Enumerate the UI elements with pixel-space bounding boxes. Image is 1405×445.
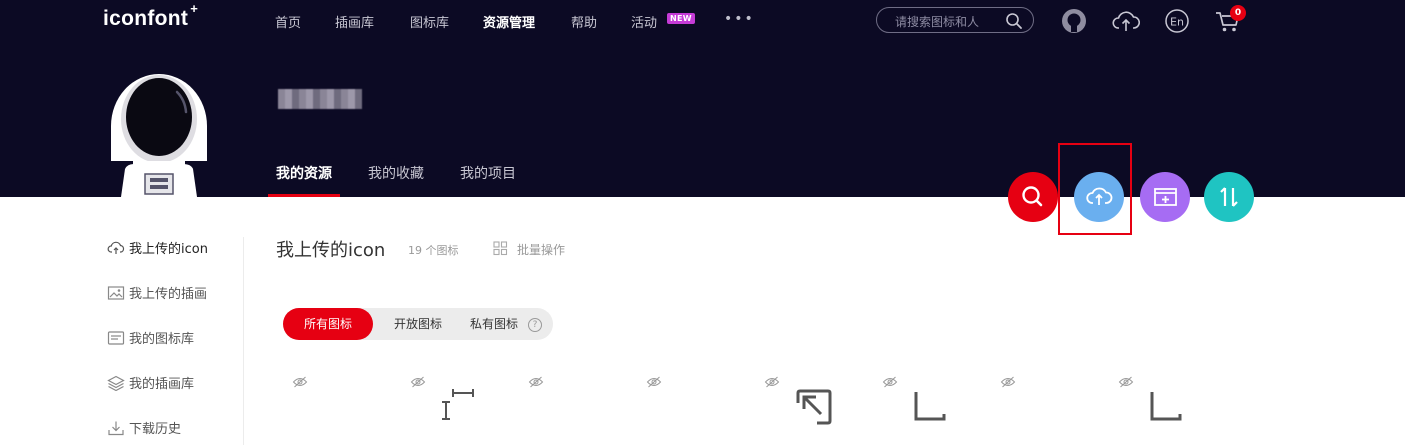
profile-header: iconfont + 首页 插画库 图标库 资源管理 帮助 活动 NEW ••• … [0, 0, 1405, 197]
help-icon[interactable]: ? [528, 318, 542, 332]
corner-bracket-icon[interactable] [1149, 390, 1183, 422]
eye-off-icon[interactable] [882, 376, 898, 388]
search-icon [1022, 186, 1043, 207]
search-action-button[interactable] [1008, 172, 1058, 222]
sidebar-item-label: 下载历史 [129, 422, 182, 437]
sidebar-item-label: 我上传的插画 [129, 287, 208, 302]
nav-icon-library[interactable]: 图标库 [410, 12, 449, 31]
upload-highlight-box [1058, 143, 1132, 235]
filter-private-icons[interactable]: 私有图标 [463, 308, 525, 340]
search-box[interactable]: 请搜索图标和人 [876, 7, 1034, 33]
arrow-up-left-box-icon[interactable] [795, 389, 833, 425]
layers-icon [107, 375, 125, 391]
svg-text:En: En [1170, 16, 1184, 29]
iconfont-logo[interactable]: iconfont + [103, 1, 198, 31]
eye-off-icon[interactable] [528, 376, 544, 388]
active-tab-indicator [268, 194, 340, 197]
eye-off-icon[interactable] [410, 376, 426, 388]
sort-button[interactable] [1204, 172, 1254, 222]
filter-public-icons[interactable]: 开放图标 [381, 308, 455, 340]
eye-off-icon[interactable] [764, 376, 780, 388]
grid-icon [493, 241, 508, 256]
tab-my-projects[interactable]: 我的项目 [460, 163, 516, 183]
avatar[interactable] [105, 66, 213, 197]
nav-home[interactable]: 首页 [275, 12, 301, 31]
image-icon [107, 286, 125, 300]
tab-my-favorites[interactable]: 我的收藏 [368, 163, 424, 183]
nav-resource-management[interactable]: 资源管理 [483, 12, 535, 31]
nav-help[interactable]: 帮助 [571, 12, 597, 31]
nav-illustrations[interactable]: 插画库 [335, 12, 374, 31]
upload-cloud-icon [107, 241, 125, 254]
text-width-icon[interactable] [438, 388, 476, 422]
icon-filter-tabs: 所有图标 开放图标 私有图标 ? [283, 308, 553, 340]
eye-off-icon[interactable] [646, 376, 662, 388]
batch-operation-label: 批量操作 [517, 243, 566, 257]
search-icon[interactable] [1005, 12, 1023, 30]
cart-count-badge: 0 [1230, 5, 1246, 21]
add-window-icon [1154, 188, 1177, 206]
sidebar-item-label: 我的插画库 [129, 377, 195, 392]
search-input[interactable]: 请搜索图标和人 [895, 13, 979, 30]
eye-off-icon[interactable] [292, 376, 308, 388]
language-en-icon[interactable]: En [1164, 8, 1190, 34]
sidebar-item-label: 我上传的icon [129, 242, 208, 257]
icon-count: 19 个图标 [408, 244, 459, 257]
eye-off-icon[interactable] [1000, 376, 1016, 388]
download-icon [108, 421, 124, 436]
add-to-library-button[interactable] [1140, 172, 1190, 222]
username-blurred [278, 89, 362, 109]
sidebar-divider [243, 237, 244, 445]
up-down-arrows-icon [1220, 187, 1238, 207]
library-icon [107, 331, 125, 345]
filter-all-icons[interactable]: 所有图标 [283, 308, 373, 340]
corner-bracket-icon[interactable] [913, 390, 947, 422]
nav-activity[interactable]: 活动 [631, 12, 657, 31]
eye-off-icon[interactable] [1118, 376, 1134, 388]
page-title: 我上传的icon [276, 240, 386, 261]
sidebar-item-label: 我的图标库 [129, 332, 195, 347]
more-menu-icon[interactable]: ••• [724, 11, 755, 27]
github-icon[interactable] [1061, 8, 1087, 34]
new-badge: NEW [667, 13, 695, 24]
tab-my-resources[interactable]: 我的资源 [276, 163, 332, 183]
upload-cloud-icon[interactable] [1112, 8, 1140, 34]
